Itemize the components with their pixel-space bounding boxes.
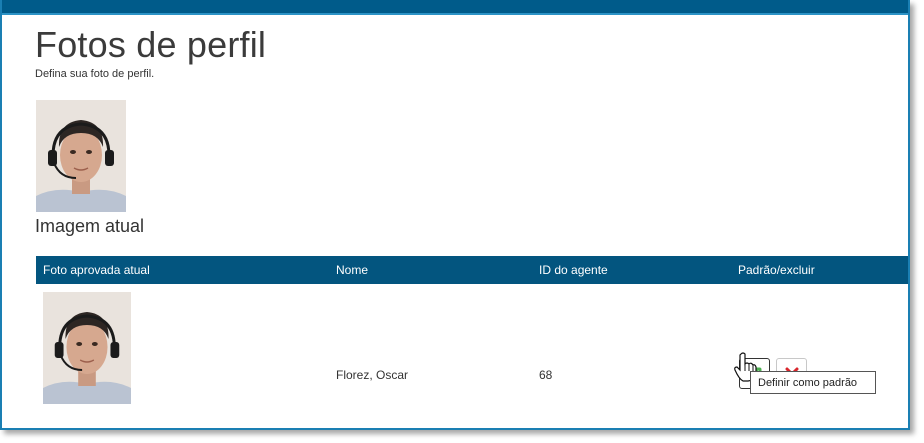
approved-photo-thumbnail — [43, 292, 131, 404]
agent-id-cell: 68 — [539, 368, 553, 382]
current-image-label: Imagem atual — [35, 216, 145, 236]
tooltip: Definir como padrão — [750, 371, 876, 394]
column-header-agent-id: ID do agente — [539, 263, 608, 277]
current-profile-photo — [36, 100, 126, 212]
table-header: Foto aprovada atual Nome ID do agente Pa… — [36, 256, 908, 284]
page-title: Fotos de perfil — [35, 24, 267, 65]
agent-name-cell: Florez, Oscar — [336, 368, 409, 382]
column-header-name: Nome — [336, 263, 369, 277]
app-window: Fotos de perfil Defina sua foto de perfi… — [0, 0, 910, 430]
column-header-photo: Foto aprovada atual — [43, 263, 150, 277]
top-bar — [2, 0, 908, 15]
page-subtitle: Defina sua foto de perfil. — [35, 68, 155, 80]
column-header-default-delete: Padrão/excluir — [738, 263, 815, 277]
